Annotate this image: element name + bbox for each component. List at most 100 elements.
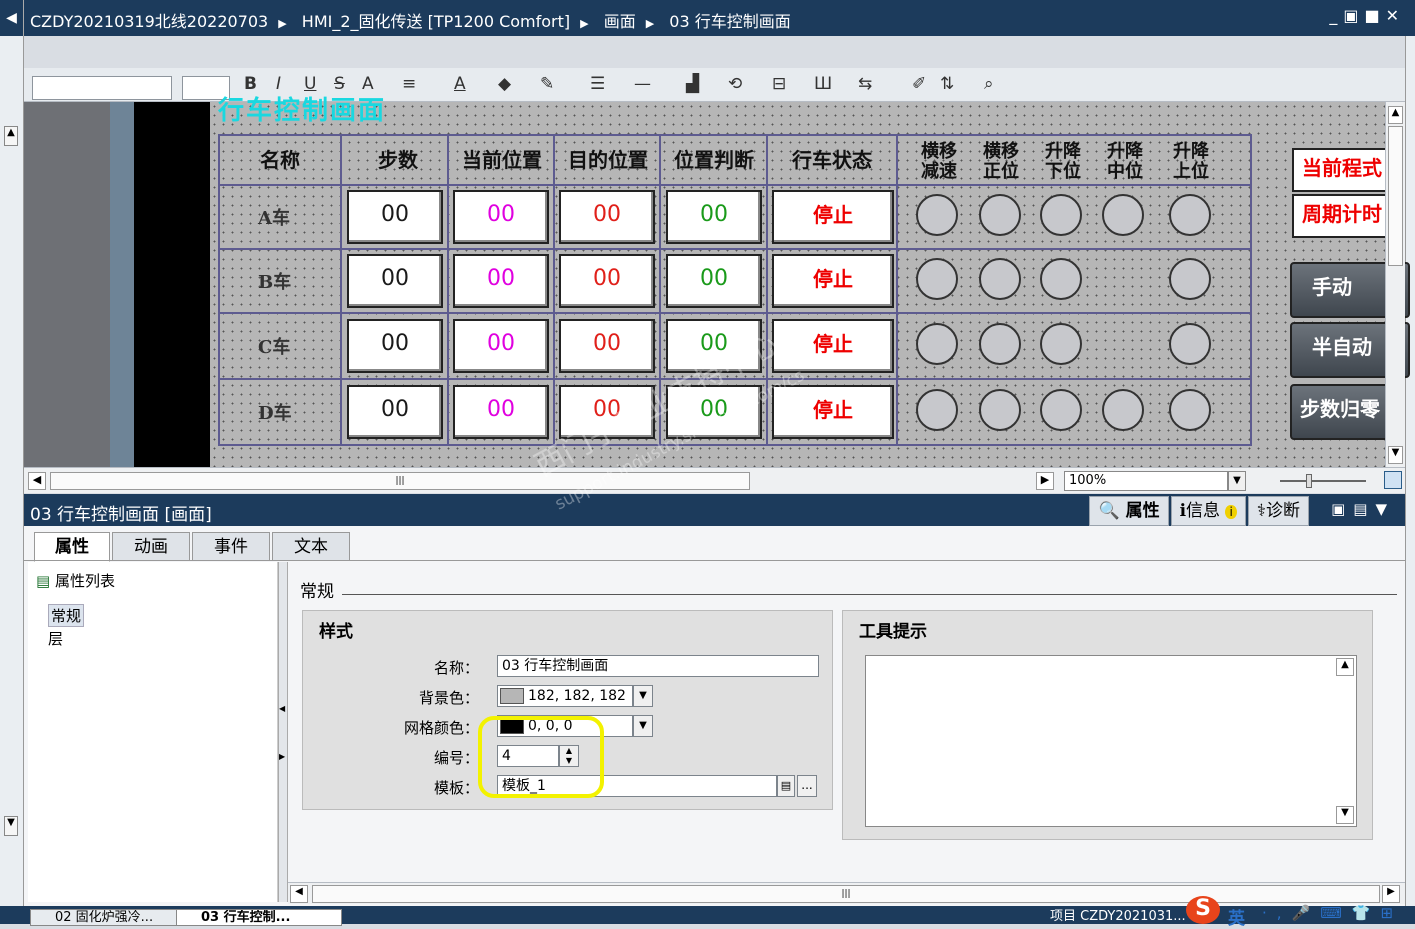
status-lamp <box>1102 194 1144 236</box>
current-position-value[interactable]: 00 <box>453 254 549 308</box>
warning-icon: i <box>1225 505 1237 519</box>
canvas-margin <box>110 102 134 467</box>
zoom-rect-icon[interactable]: ⌕ <box>984 74 994 94</box>
breadcrumb-screens[interactable]: 画面 <box>604 12 636 31</box>
tab-diagnostics[interactable]: ⚕诊断 <box>1247 496 1309 526</box>
tab-properties-inner[interactable]: 属性 <box>34 532 110 562</box>
splitter-handle[interactable]: ◀ ▶ <box>278 562 288 902</box>
task-tab-active[interactable]: 03 行车控制... <box>176 909 342 926</box>
crane-state-value[interactable]: 停止 <box>772 385 894 439</box>
step-value[interactable]: 00 <box>347 319 443 373</box>
line-width-icon[interactable]: — <box>634 74 651 94</box>
canvas-vertical-scrollbar[interactable]: ▲ ▼ <box>1385 102 1405 467</box>
breadcrumb-device[interactable]: HMI_2_固化传送 [TP1200 Comfort] <box>302 12 570 31</box>
target-position-value[interactable]: 00 <box>559 254 655 308</box>
target-position-value[interactable]: 00 <box>559 190 655 244</box>
scroll-right-icon[interactable]: ▶ <box>1036 472 1054 490</box>
zoom-slider-handle[interactable] <box>1306 474 1312 488</box>
crane-state-value[interactable]: 停止 <box>772 319 894 373</box>
maximize-button[interactable]: ■ <box>1364 6 1385 25</box>
hmi-screen[interactable]: 行车控制画面 名称 步数 当前位置 目的位置 位置判断 行车状态 横移 减速 横移… <box>210 96 1410 467</box>
crane-state-value[interactable]: 停止 <box>772 254 894 308</box>
scroll-down-icon[interactable]: ▼ <box>4 816 18 836</box>
list-item-layers[interactable]: 层 <box>48 628 63 649</box>
size-icon[interactable]: ⇆ <box>858 74 872 94</box>
scroll-thumb[interactable]: ||| <box>50 472 750 490</box>
inspector-horizontal-scrollbar[interactable]: ◀ ||| ▶ <box>288 882 1405 904</box>
line-color-icon[interactable]: ✎ <box>540 74 554 94</box>
tab-events[interactable]: 事件 <box>192 532 270 561</box>
header-position-judge: 位置判断 <box>674 148 754 172</box>
zoom-select[interactable]: 100% <box>1064 471 1228 491</box>
scroll-up-icon[interactable]: ▲ <box>1388 106 1403 124</box>
arrange-icon[interactable]: ▟ <box>686 74 699 94</box>
step-value[interactable]: 00 <box>347 254 443 308</box>
current-position-value[interactable]: 00 <box>453 385 549 439</box>
scroll-right-icon[interactable]: ▶ <box>1382 885 1400 903</box>
tab-animation[interactable]: 动画 <box>112 532 190 561</box>
rotate-icon[interactable]: ⟲ <box>728 74 742 94</box>
scroll-down-icon[interactable]: ▼ <box>1388 446 1403 464</box>
scroll-up-icon[interactable]: ▲ <box>1336 658 1354 676</box>
font-color-icon[interactable]: A <box>454 74 466 94</box>
tab-info[interactable]: ℹ信息 i <box>1170 496 1246 526</box>
list-item-general[interactable]: 常规 <box>48 604 85 627</box>
ime-logo-icon[interactable]: S <box>1186 896 1220 924</box>
fill-color-icon[interactable]: ◆ <box>498 74 511 94</box>
ime-language[interactable]: 英 <box>1228 904 1245 929</box>
zoom-fit-icon[interactable] <box>1384 471 1402 489</box>
zoom-slider[interactable] <box>1280 480 1366 482</box>
canvas-horizontal-scrollbar[interactable]: ◀ ||| ▶ 100% ▼ <box>24 467 1405 493</box>
browse-button[interactable]: ... <box>797 775 817 797</box>
minimize-button[interactable]: _ <box>1329 6 1343 25</box>
chevron-down-icon[interactable]: ▼ <box>633 685 653 707</box>
position-judge-value[interactable]: 00 <box>666 385 762 439</box>
scroll-thumb[interactable] <box>1388 126 1403 266</box>
name-field[interactable]: 03 行车控制画面 <box>497 655 819 677</box>
position-judge-value[interactable]: 00 <box>666 190 762 244</box>
task-tab[interactable]: 02 固化炉强冷... <box>30 909 196 926</box>
chevron-down-icon[interactable]: ▼ <box>1228 471 1246 491</box>
ime-toolbar-icons[interactable]: ·,🎤⌨👕⊞ <box>1262 904 1403 922</box>
scroll-left-icon[interactable]: ◀ <box>290 885 308 903</box>
close-button[interactable]: ✕ <box>1386 6 1405 25</box>
grid-color-label: 网格颜色： <box>403 719 479 737</box>
step-value[interactable]: 00 <box>347 385 443 439</box>
current-position-value[interactable]: 00 <box>453 190 549 244</box>
current-program-box[interactable]: 当前程式 <box>1292 148 1400 192</box>
editor-taskbar: 02 固化炉强冷... 03 行车控制... 项目 CZDY2021031...… <box>0 896 1415 929</box>
scroll-down-icon[interactable]: ▼ <box>1336 806 1354 824</box>
scroll-left-icon[interactable]: ◀ <box>28 472 46 490</box>
tab-texts[interactable]: 文本 <box>272 532 350 561</box>
target-position-value[interactable]: 00 <box>559 319 655 373</box>
current-position-value[interactable]: 00 <box>453 319 549 373</box>
tab-properties[interactable]: 🔍 属性 <box>1089 496 1169 526</box>
scroll-thumb[interactable]: ||| <box>312 885 1380 903</box>
position-judge-value[interactable]: 00 <box>666 319 762 373</box>
font-family-field[interactable] <box>32 76 172 100</box>
chevron-left-icon[interactable]: ◀ <box>279 704 285 713</box>
format-painter-icon[interactable]: ✐ <box>912 74 926 94</box>
distribute-icon[interactable]: Ш <box>814 74 832 94</box>
float-button[interactable]: ▣ <box>1343 6 1364 25</box>
status-lamp <box>916 258 958 300</box>
chevron-right-icon[interactable]: ▶ <box>279 752 285 761</box>
target-position-value[interactable]: 00 <box>559 385 655 439</box>
scroll-up-icon[interactable]: ▲ <box>4 126 18 146</box>
tooltip-textarea[interactable]: ▲ ▼ <box>865 655 1357 827</box>
chevron-down-icon[interactable]: ▼ <box>633 715 653 737</box>
step-value[interactable]: 00 <box>347 190 443 244</box>
line-style-icon[interactable]: ☰ <box>590 74 605 94</box>
position-judge-value[interactable]: 00 <box>666 254 762 308</box>
align-objects-icon[interactable]: ⊟ <box>772 74 786 94</box>
breadcrumb-project[interactable]: CZDY20210319北线20220703 <box>30 12 268 31</box>
list-icon[interactable]: ▤ <box>777 775 795 797</box>
collapse-left-icon[interactable]: ◀ <box>0 0 24 36</box>
step-reset-button[interactable]: 步数归零 <box>1290 384 1398 440</box>
project-status[interactable]: 项目 CZDY2021031... <box>1026 909 1210 924</box>
tab-order-icon[interactable]: ⇅ <box>940 74 954 94</box>
cycle-timer-box[interactable]: 周期计时 <box>1292 194 1400 238</box>
panel-controls[interactable]: ▣▤▼ <box>1331 500 1395 518</box>
crane-state-value[interactable]: 停止 <box>772 190 894 244</box>
align-icon[interactable]: ≡ <box>402 74 416 94</box>
